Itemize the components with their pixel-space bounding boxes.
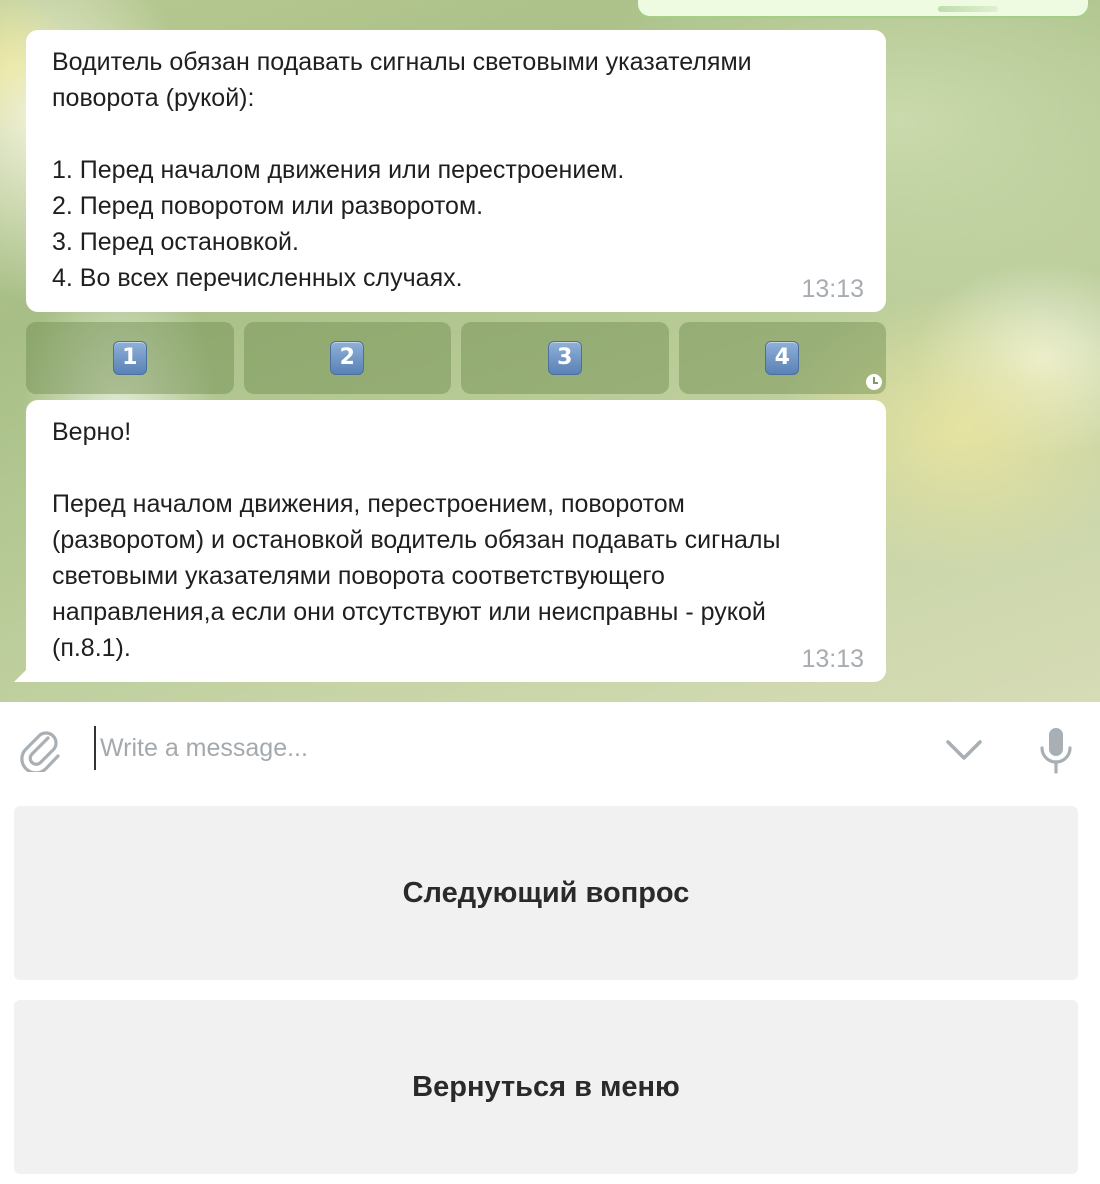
message-composer [0, 702, 1100, 794]
previous-message-status [938, 6, 998, 12]
previous-outgoing-message [638, 0, 1088, 16]
next-question-button[interactable]: Следующий вопрос [14, 806, 1078, 980]
message-input[interactable] [94, 726, 920, 770]
answer-button-4[interactable]: 4 [678, 322, 886, 394]
back-to-menu-button[interactable]: Вернуться в меню [14, 1000, 1078, 1174]
answer-button-2[interactable]: 2 [243, 322, 451, 394]
keycap-3: 3 [547, 341, 582, 375]
keycap-1: 1 [112, 341, 147, 375]
paperclip-icon[interactable] [18, 726, 64, 772]
message-text: Водитель обязан подавать сигналы световы… [52, 48, 752, 292]
answer-button-3[interactable]: 3 [461, 322, 669, 394]
message-text: Верно! Перед началом движения, перестрое… [52, 418, 781, 662]
reply-keyboard: Следующий вопрос Вернуться в меню [0, 794, 1100, 1184]
message-time: 13:13 [801, 275, 864, 303]
inline-keyboard: 1 2 3 4 [26, 322, 886, 394]
message-bubble-question: Водитель обязан подавать сигналы световы… [26, 30, 886, 312]
clock-icon [866, 374, 882, 390]
keycap-2: 2 [330, 341, 365, 375]
chevron-down-icon[interactable] [942, 732, 986, 768]
answer-button-1[interactable]: 1 [26, 322, 234, 394]
keycap-4: 4 [765, 341, 800, 375]
message-time: 13:13 [801, 645, 864, 673]
message-bubble-answer: Верно! Перед началом движения, перестрое… [26, 400, 886, 682]
microphone-icon[interactable] [1036, 726, 1076, 776]
chat-area: Водитель обязан подавать сигналы световы… [0, 0, 1100, 702]
